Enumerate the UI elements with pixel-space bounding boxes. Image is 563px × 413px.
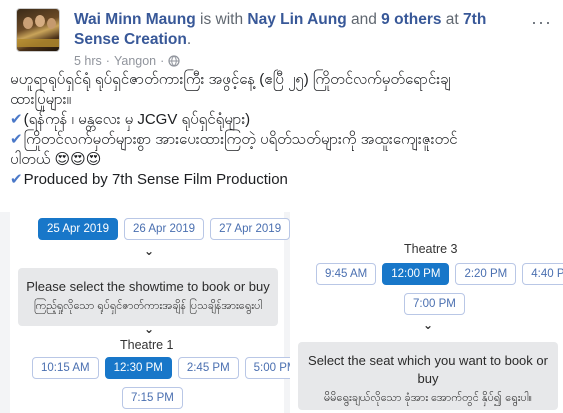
showtime-pill[interactable]: 2:20 PM <box>455 263 517 285</box>
body-line-text: (ရန်ကုန် ၊ မန္တလေး မှ JCGV ရုပ်ရှင်ရုံမျ… <box>23 111 251 128</box>
tagged-friend-link[interactable]: Nay Lin Aung <box>247 11 346 28</box>
showtime-pill[interactable]: 10:15 AM <box>32 357 99 379</box>
heart-eyes-emoji-icon: 😍😍😍 <box>54 151 102 168</box>
body-line-text: ကြိုတင်လက်မှတ်များစွာ အားပေးထားကြတဲ့ ပရိ… <box>23 131 458 148</box>
post-header: Wai Minn Maung is with Nay Lin Aung and … <box>8 4 558 70</box>
theatre-title: Theatre 1 <box>120 338 174 352</box>
check-icon: ✔ <box>10 131 23 148</box>
showtime-row: 9:45 AM 12:00 PM 2:20 PM 4:40 PM <box>316 263 563 285</box>
chevron-down-icon: ⌄ <box>144 244 155 258</box>
showtime-pill[interactable]: 2:45 PM <box>177 357 239 379</box>
body-line-text: Produced by 7th Sense Film Production <box>23 171 288 188</box>
headline-period: . <box>186 31 192 48</box>
body-line-text: ပါတယ် <box>10 151 55 168</box>
prompt-english: Please select the showtime to book or bu… <box>26 279 270 294</box>
prompt-burmese: ကြည့်ရှုလိုသော ရုပ်ရှင်ဇာတ်ကားအချိန် ပြသ… <box>33 300 263 312</box>
showtime-prompt: Please select the showtime to book or bu… <box>18 268 278 326</box>
prompt-burmese: မိမိရွေးချယ်လိုသော ခုံအား အောက်တွင် နှိပ… <box>323 392 533 404</box>
showtime-pill[interactable]: 9:45 AM <box>316 263 377 285</box>
avatar-figure <box>35 15 45 27</box>
showtime-pill[interactable]: 4:40 PM <box>522 263 563 285</box>
date-selector: 25 Apr 2019 26 Apr 2019 27 Apr 2019 <box>38 218 291 240</box>
showtime-row: 7:00 PM <box>404 293 465 315</box>
body-line-thanks: ✔ကြိုတင်လက်မှတ်များစွာ အားပေးထားကြတဲ့ ပရ… <box>10 130 555 150</box>
and-text: and <box>346 11 382 28</box>
post-attachments: 25 Apr 2019 26 Apr 2019 27 Apr 2019 ⌄ Pl… <box>0 212 563 413</box>
with-text: is with <box>195 11 248 28</box>
booking-screenshot-right[interactable]: Theatre 3 9:45 AM 12:00 PM 2:20 PM 4:40 … <box>290 212 563 413</box>
check-icon: ✔ <box>10 171 23 188</box>
showtime-pill[interactable]: 12:30 PM <box>104 357 172 379</box>
showtime-pill[interactable]: 12:00 PM <box>382 263 450 285</box>
date-pill[interactable]: 27 Apr 2019 <box>210 218 291 240</box>
others-link[interactable]: 9 others <box>381 11 441 28</box>
body-line: မဟူရာရုပ်ရှင်ရုံ ရုပ်ရှင်ဇာတ်ကားကြီး အဖွ… <box>10 71 451 88</box>
chevron-down-icon: ⌄ <box>144 322 155 336</box>
body-line: ထားပြုများ။ <box>10 91 72 108</box>
showtime-row: 10:15 AM 12:30 PM 2:45 PM 5:00 PM <box>32 357 306 379</box>
at-text: at <box>441 11 464 28</box>
prompt-english: Select the seat which you want to book o… <box>308 353 548 386</box>
post-headline: Wai Minn Maung is with Nay Lin Aung and … <box>74 10 524 50</box>
author-name-link[interactable]: Wai Minn Maung <box>74 11 196 28</box>
seat-prompt: Select the seat which you want to book o… <box>298 342 558 410</box>
post-location[interactable]: Yangon <box>114 54 156 68</box>
meta-separator: · <box>105 54 110 68</box>
post-body: မဟူရာရုပ်ရှင်ရုံ ရုပ်ရှင်ဇာတ်ကားကြီး အဖွ… <box>10 70 555 190</box>
showtime-row: 7:15 PM <box>122 387 183 409</box>
showtime-pill[interactable]: 7:15 PM <box>122 387 183 409</box>
globe-icon[interactable] <box>168 55 180 67</box>
avatar-band <box>17 39 59 47</box>
post-timestamp[interactable]: 5 hrs <box>74 54 102 68</box>
body-line: ပါတယ် 😍😍😍 <box>10 150 555 170</box>
showtime-pill[interactable]: 7:00 PM <box>404 293 465 315</box>
booking-screenshot-left[interactable]: 25 Apr 2019 26 Apr 2019 27 Apr 2019 ⌄ Pl… <box>10 212 306 413</box>
date-pill[interactable]: 26 Apr 2019 <box>124 218 205 240</box>
chevron-down-icon: ⌄ <box>423 318 434 332</box>
meta-separator: · <box>160 54 165 68</box>
post-meta: 5 hrs · Yangon · <box>74 54 180 68</box>
body-line-production: ✔Produced by 7th Sense Film Production <box>10 170 555 190</box>
body-line-cinemas: ✔(ရန်ကုန် ၊ မန္တလေး မှ JCGV ရုပ်ရှင်ရုံမ… <box>10 110 555 130</box>
author-avatar[interactable] <box>16 8 60 52</box>
date-pill[interactable]: 25 Apr 2019 <box>38 218 119 240</box>
avatar-figure <box>47 18 56 29</box>
avatar-figure <box>23 17 33 29</box>
check-icon: ✔ <box>10 111 23 128</box>
theatre-title: Theatre 3 <box>404 242 458 256</box>
more-options-icon[interactable]: ··· <box>531 12 552 33</box>
